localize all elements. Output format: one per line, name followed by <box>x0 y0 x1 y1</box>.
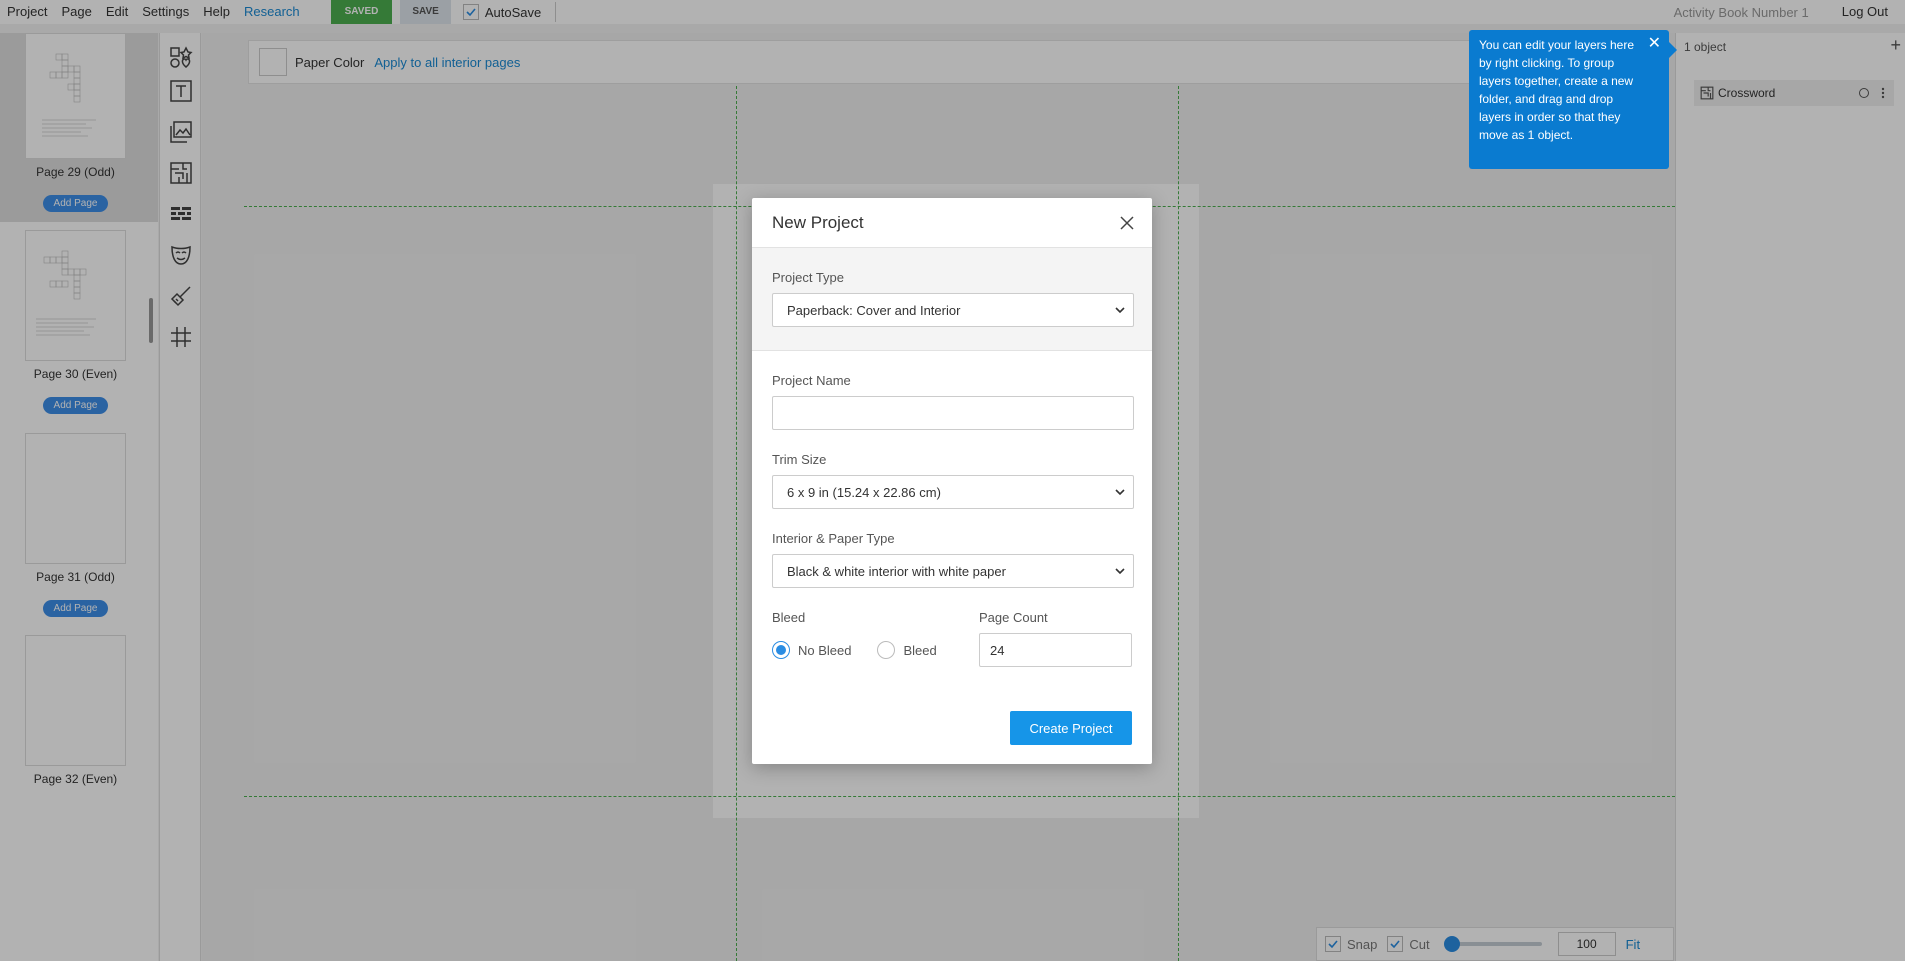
chevron-down-icon <box>1115 307 1125 314</box>
trim-size-label: Trim Size <box>772 452 827 467</box>
new-project-dialog: New Project Project Type Paperback: Cove… <box>752 198 1152 764</box>
dialog-body: Project Name Trim Size 6 x 9 in (15.24 x… <box>752 351 1152 667</box>
trim-size-value: 6 x 9 in (15.24 x 22.86 cm) <box>787 484 941 500</box>
interior-type-label: Interior & Paper Type <box>772 531 895 546</box>
dialog-title: New Project <box>772 212 864 232</box>
chevron-down-icon <box>1115 568 1125 575</box>
trim-size-select[interactable]: 6 x 9 in (15.24 x 22.86 cm) <box>772 475 1134 509</box>
project-type-select[interactable]: Paperback: Cover and Interior <box>772 293 1134 327</box>
page-count-value: 24 <box>990 642 1005 658</box>
dialog-header: New Project <box>752 198 1152 248</box>
bleed-option-label: Bleed <box>903 642 937 658</box>
page-count-input[interactable]: 24 <box>979 633 1132 667</box>
no-bleed-radio[interactable] <box>772 641 790 659</box>
project-name-input[interactable] <box>772 396 1134 430</box>
close-icon[interactable] <box>1118 214 1136 232</box>
project-type-label: Project Type <box>772 270 845 285</box>
project-type-value: Paperback: Cover and Interior <box>787 302 961 318</box>
interior-type-select[interactable]: Black & white interior with white paper <box>772 554 1134 588</box>
page-count-label: Page Count <box>979 610 1048 625</box>
bleed-radio[interactable] <box>877 641 896 659</box>
no-bleed-label: No Bleed <box>798 642 852 658</box>
tooltip-arrow <box>1669 42 1677 58</box>
tooltip-text: You can edit your layers here by right c… <box>1479 38 1634 142</box>
close-icon[interactable]: ✕ <box>1648 36 1661 52</box>
project-type-section: Project Type Paperback: Cover and Interi… <box>752 248 1152 351</box>
layers-tooltip: You can edit your layers here by right c… <box>1469 30 1677 169</box>
chevron-down-icon <box>1115 489 1125 496</box>
bleed-label: Bleed <box>772 610 806 625</box>
create-project-button[interactable]: Create Project <box>1010 711 1132 745</box>
bleed-radio-group: No Bleed Bleed <box>772 633 979 667</box>
project-name-label: Project Name <box>772 373 851 388</box>
interior-type-value: Black & white interior with white paper <box>787 563 1006 579</box>
